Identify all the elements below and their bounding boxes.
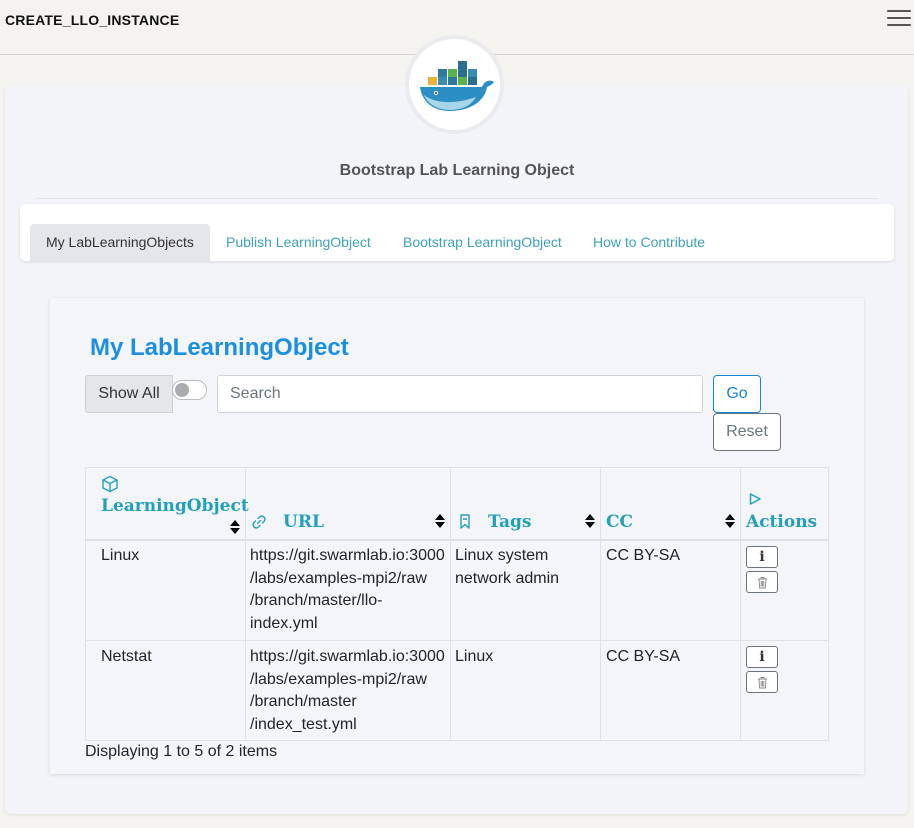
sort-icon[interactable] [435,514,445,528]
logo [405,35,504,134]
url-line: index.yml [250,614,318,632]
pagination-status: Displaying 1 to 5 of 2 items [85,743,278,760]
show-all-toggle[interactable] [172,380,207,400]
info-icon: i [759,649,765,665]
url-line: /index_test.yml [250,715,357,733]
header-divider [86,539,828,541]
column-header-tags[interactable]: Tags [488,512,532,532]
learning-objects-table: LearningObject URL Tags CC Actions Linux… [85,467,829,741]
tags-line: Linux [455,648,494,665]
column-header-url[interactable]: URL [283,512,324,532]
cell-cc: CC BY-SA [606,547,681,564]
show-all-button[interactable]: Show All [85,375,173,413]
hamburger-menu-icon[interactable] [887,10,911,28]
url-line: /labs/examples-mpi2/raw [250,670,427,688]
hamburger-line [887,17,911,19]
hamburger-line [887,24,911,26]
delete-button[interactable] [746,671,778,693]
tab-publish-learningobject[interactable]: Publish LearningObject [210,224,387,261]
search-input[interactable] [217,375,703,413]
bookmark-icon [460,514,470,529]
trash-icon [757,576,767,588]
column-header-cc[interactable]: CC [606,512,633,532]
docker-whale-icon [419,60,494,111]
column-header-learningobject[interactable]: LearningObject [101,496,249,516]
cell-tags: Linux [455,646,493,669]
sort-icon[interactable] [230,520,240,534]
url-line: https://git.swarmlab.io:3000 [250,547,445,564]
app-title: CREATE_LLO_INSTANCE [5,12,180,28]
cell-learningobject: Netstat [101,648,152,665]
info-button[interactable]: i [746,546,778,568]
column-divider [450,468,451,740]
cell-cc: CC BY-SA [606,648,681,665]
tab-bootstrap-learningobject[interactable]: Bootstrap LearningObject [387,224,578,261]
tab-my-lablearningobjects[interactable]: My LabLearningObjects [30,224,210,261]
delete-button[interactable] [746,571,778,593]
column-divider [600,468,601,740]
tab-how-to-contribute[interactable]: How to Contribute [577,224,721,261]
cube-icon [102,475,118,493]
url-line: /branch/master/llo- [250,592,383,609]
go-button[interactable]: Go [713,375,761,413]
hamburger-line [887,10,911,12]
cell-url[interactable]: https://git.swarmlab.io:3000 /labs/examp… [250,545,445,635]
info-button[interactable]: i [746,646,778,668]
cell-url[interactable]: https://git.swarmlab.io:3000 /labs/examp… [250,646,445,736]
info-icon: i [759,549,765,565]
cell-learningobject: Linux [101,547,140,564]
reset-button[interactable]: Reset [713,413,781,451]
sort-icon[interactable] [585,514,595,528]
tags-line: network admin [455,569,560,587]
tabs-bar: My LabLearningObjects Publish LearningOb… [20,204,894,261]
url-line: https://git.swarmlab.io:3000 [250,648,445,665]
sort-icon[interactable] [725,514,735,528]
link-icon [252,515,266,529]
url-line: /branch/master [250,693,357,710]
section-title: My LabLearningObject [90,334,349,361]
url-line: /labs/examples-mpi2/raw [250,569,427,587]
divider [35,198,878,199]
tags-line: Linux system [455,547,549,564]
column-divider [740,468,741,740]
toggle-knob [175,383,189,397]
page-subtitle: Bootstrap Lab Learning Object [339,162,575,179]
row-divider [86,640,828,641]
column-header-actions: Actions [746,512,818,532]
trash-icon [757,676,767,688]
cell-tags: Linux system network admin [455,545,559,590]
play-outline-icon [749,493,761,505]
